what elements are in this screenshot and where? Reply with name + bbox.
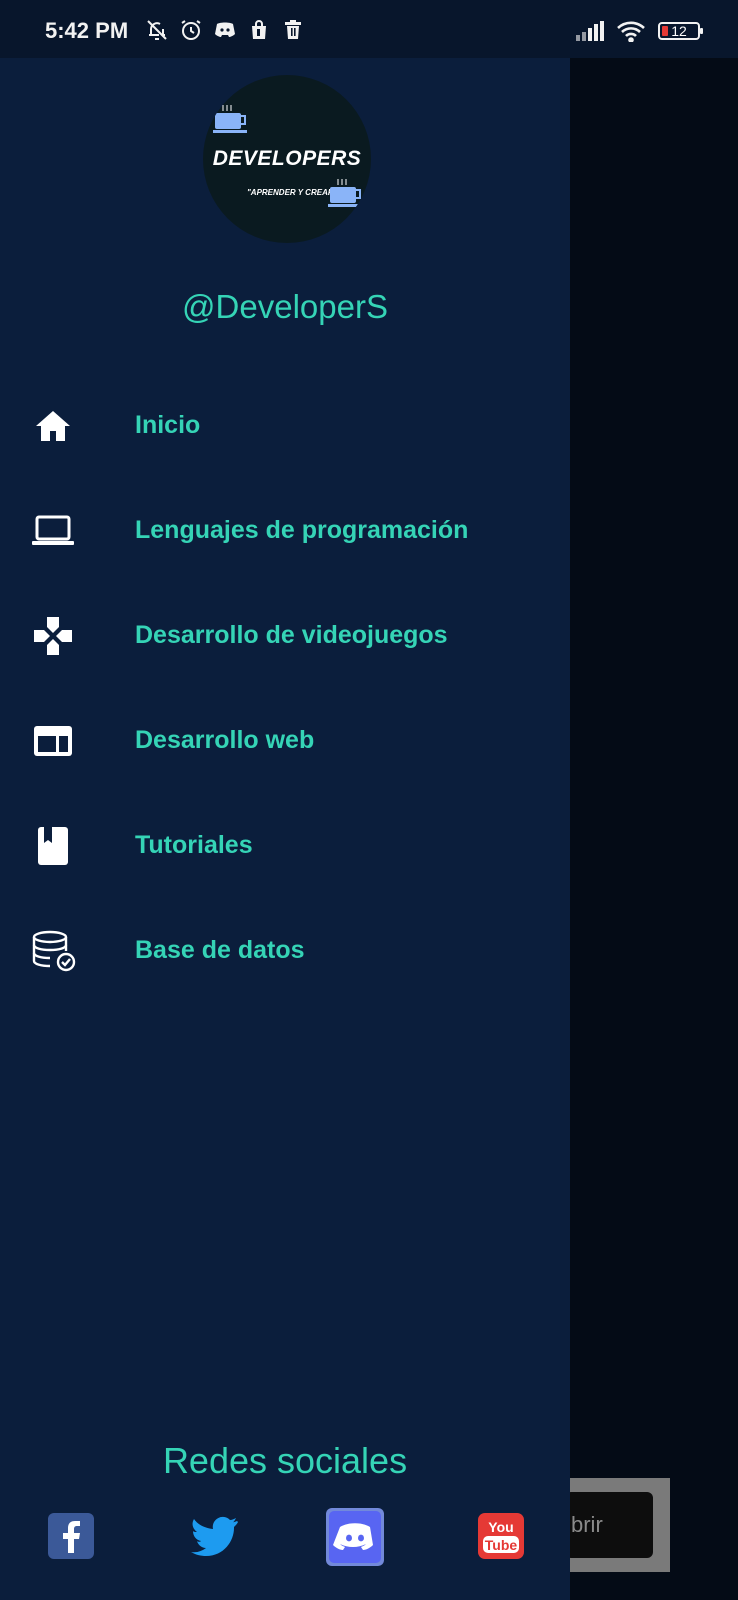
- svg-text:Tube: Tube: [485, 1537, 518, 1553]
- social-links: You Tube: [0, 1508, 570, 1578]
- drawer-scrim[interactable]: [570, 58, 738, 1600]
- background-button-label: brir: [565, 1492, 653, 1558]
- navigation-drawer: DEVELOPERS "APRENDER Y CREAR" @Developer…: [0, 58, 570, 1600]
- status-bar: 5:42 PM 12: [0, 0, 738, 58]
- discord-icon[interactable]: [326, 1508, 384, 1566]
- coffee-cup-icon: [328, 179, 362, 207]
- twitter-icon[interactable]: [190, 1516, 238, 1556]
- bell-off-icon: [147, 20, 167, 40]
- gamepad-icon: [34, 617, 72, 655]
- trash-icon: [285, 20, 301, 39]
- laptop-icon: [32, 515, 74, 545]
- youtube-icon[interactable]: You Tube: [478, 1513, 524, 1559]
- svg-text:You: You: [488, 1519, 513, 1535]
- drawer-menu: Inicio Lenguajes de programación Desarro…: [0, 373, 570, 1003]
- social-title: Redes sociales: [162, 1440, 408, 1481]
- username: @DeveloperS: [182, 288, 388, 325]
- menu-item-label: Tutoriales: [135, 831, 253, 859]
- background-button: brir: [565, 1478, 670, 1572]
- book-icon: [38, 827, 68, 865]
- notification-icons: [145, 18, 305, 42]
- system-icons: 12: [576, 20, 703, 42]
- avatar: DEVELOPERS "APRENDER Y CREAR": [203, 75, 371, 243]
- wifi-icon: [617, 21, 645, 42]
- home-icon: [36, 411, 70, 441]
- menu-item-label: Base de datos: [135, 936, 305, 964]
- menu-item-inicio[interactable]: Inicio: [0, 373, 570, 478]
- menu-item-lenguajes[interactable]: Lenguajes de programación: [0, 478, 570, 583]
- coffee-cup-icon: [213, 105, 247, 133]
- status-time: 5:42 PM: [45, 18, 129, 43]
- discord-notification-icon: [215, 22, 235, 37]
- logo-title: DEVELOPERS: [212, 147, 362, 170]
- battery-indicator: 12: [658, 22, 703, 40]
- web-layout-icon: [34, 726, 72, 756]
- facebook-icon[interactable]: [48, 1513, 94, 1559]
- alarm-icon: [181, 20, 201, 40]
- battery-level: 12: [671, 23, 687, 39]
- database-icon: [32, 930, 76, 972]
- menu-item-label: Lenguajes de programación: [135, 516, 469, 544]
- menu-item-base-datos[interactable]: Base de datos: [0, 898, 570, 1003]
- menu-item-tutoriales[interactable]: Tutoriales: [0, 793, 570, 898]
- menu-item-label: Desarrollo de videojuegos: [135, 621, 448, 649]
- menu-item-label: Desarrollo web: [135, 726, 315, 754]
- menu-item-label: Inicio: [135, 411, 201, 439]
- shopping-bag-icon: [252, 20, 266, 39]
- menu-item-web[interactable]: Desarrollo web: [0, 688, 570, 793]
- menu-item-videojuegos[interactable]: Desarrollo de videojuegos: [0, 583, 570, 688]
- logo-subtitle: "APRENDER Y CREAR": [247, 188, 338, 197]
- signal-icon: [576, 21, 604, 41]
